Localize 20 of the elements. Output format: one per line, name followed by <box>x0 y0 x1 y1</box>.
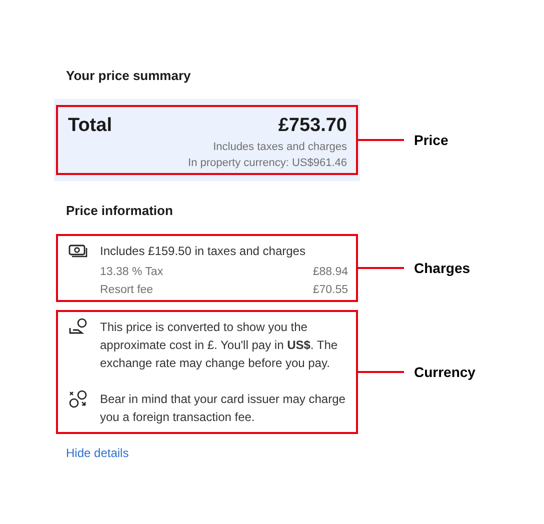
charge-label: Resort fee <box>100 284 154 296</box>
currency-exchange-icon <box>68 390 88 408</box>
total-label: Total <box>68 115 112 137</box>
hide-details-link[interactable]: Hide details <box>66 446 356 460</box>
currency-note: Bear in mind that your card issuer may charge you a foreign transaction fee. <box>100 391 346 426</box>
annotation-label: Price <box>414 132 448 148</box>
section-heading: Your price summary <box>66 68 192 83</box>
annotation-label: Charges <box>414 260 470 276</box>
section-heading: Price information <box>66 203 174 218</box>
charge-amount: £70.55 <box>312 284 348 296</box>
charges-summary: Includes £159.50 in taxes and charges <box>100 244 306 258</box>
currency-note: This price is converted to show you the approximate cost in £. You'll pay in US$. The exchange rate may change before you pay. <box>100 319 339 372</box>
price-note: Includes taxes and charges <box>212 141 347 153</box>
hand-coin-icon <box>68 318 88 336</box>
price-note: In property currency: US$961.46 <box>187 157 347 169</box>
total-amount: £753.70 <box>278 115 347 137</box>
charge-label: 13.38 % Tax <box>100 266 164 278</box>
charge-amount: £88.94 <box>312 266 348 278</box>
annotation-label: Currency <box>414 364 476 380</box>
banknote-icon <box>68 242 88 260</box>
